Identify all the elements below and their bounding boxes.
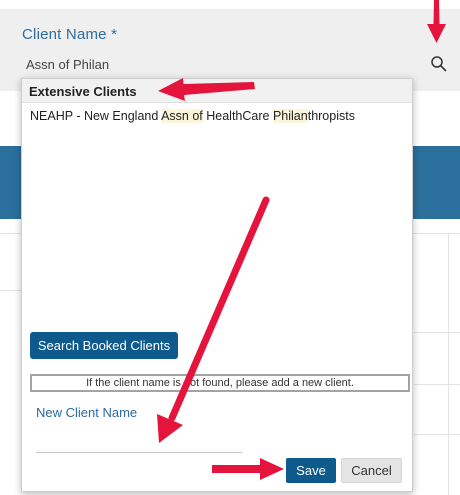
divider bbox=[414, 434, 460, 435]
result-text: NEAHP - New England bbox=[30, 109, 162, 123]
dropdown-section-header: Extensive Clients bbox=[22, 79, 412, 103]
divider bbox=[414, 332, 460, 333]
result-highlight: Philan bbox=[272, 109, 308, 123]
divider bbox=[414, 384, 460, 385]
result-text: thropists bbox=[307, 109, 355, 123]
client-name-input[interactable] bbox=[18, 52, 453, 76]
client-search-dropdown: Extensive Clients NEAHP - New England As… bbox=[21, 78, 413, 492]
save-button[interactable]: Save bbox=[286, 458, 336, 483]
client-name-label: Client Name * bbox=[22, 26, 118, 43]
search-booked-clients-button[interactable]: Search Booked Clients bbox=[30, 332, 178, 359]
result-highlight: Assn of bbox=[161, 109, 203, 123]
search-icon[interactable] bbox=[430, 55, 448, 73]
cancel-button[interactable]: Cancel bbox=[341, 458, 402, 483]
new-client-name-label: New Client Name bbox=[36, 405, 138, 420]
not-found-notice: If the client name is not found, please … bbox=[30, 374, 410, 392]
divider bbox=[448, 233, 449, 495]
client-result-item[interactable]: NEAHP - New England Assn of HealthCare P… bbox=[30, 109, 355, 123]
divider bbox=[0, 290, 22, 291]
result-text: HealthCare bbox=[202, 109, 273, 123]
new-client-name-input[interactable] bbox=[36, 425, 242, 453]
